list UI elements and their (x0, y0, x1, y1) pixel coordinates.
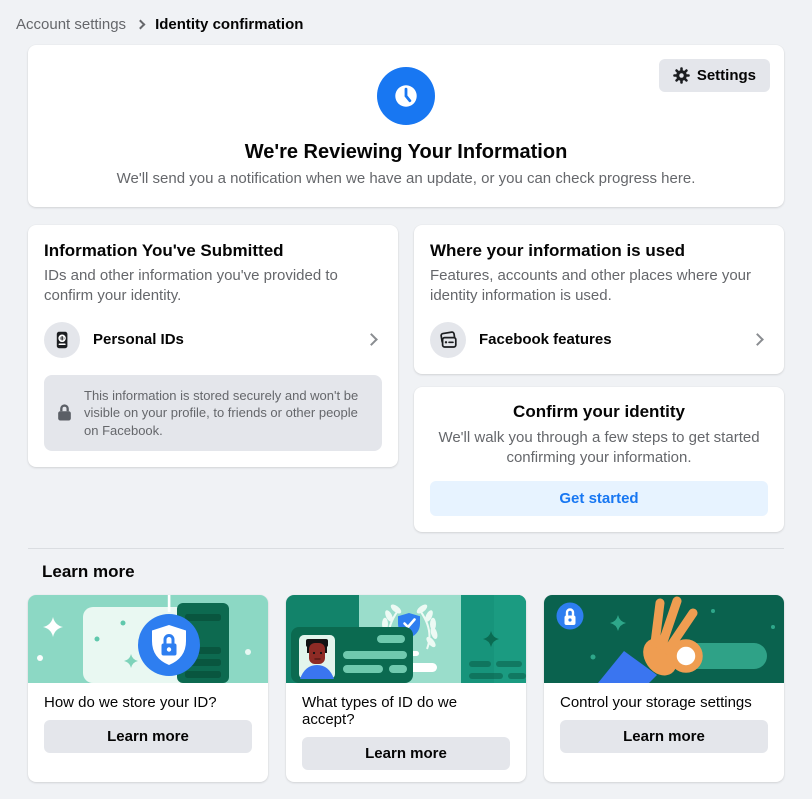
breadcrumb-account-settings[interactable]: Account settings (16, 16, 126, 33)
chevron-right-icon (365, 333, 378, 346)
stacked-cards-icon (430, 322, 466, 358)
learn-more-card-id-types: What types of ID do we accept? Learn mor… (286, 595, 526, 782)
usage-info-title: Where your information is used (430, 241, 768, 261)
learn-more-heading: Learn more (42, 562, 784, 582)
passport-id-icon (44, 322, 80, 358)
lock-icon (56, 403, 73, 422)
usage-info-card: Where your information is used Features,… (414, 225, 784, 374)
settings-button[interactable]: Settings (659, 59, 770, 92)
learn-more-card-title: What types of ID do we accept? (286, 683, 526, 737)
learn-more-card-title: Control your storage settings (544, 683, 784, 720)
secure-storage-note: This information is stored securely and … (44, 375, 382, 452)
learn-more-button-storage-settings[interactable]: Learn more (560, 720, 768, 753)
submitted-info-description: IDs and other information you've provide… (44, 266, 382, 307)
gear-icon (673, 67, 690, 84)
breadcrumb: Account settings Identity confirmation (0, 14, 812, 45)
secure-note-text: This information is stored securely and … (84, 387, 370, 440)
storage-settings-illustration (544, 595, 784, 683)
learn-more-button-id-types[interactable]: Learn more (302, 737, 510, 770)
submitted-info-card: Information You've Submitted IDs and oth… (28, 225, 398, 467)
learn-more-card-storage-settings: Control your storage settings Learn more (544, 595, 784, 782)
identity-confirmation-page: Account settings Identity confirmation (0, 0, 812, 799)
confirm-identity-title: Confirm your identity (430, 402, 768, 422)
confirm-identity-card: Confirm your identity We'll walk you thr… (414, 387, 784, 533)
page-title: We're Reviewing Your Information (44, 141, 768, 164)
learn-more-button-store-id[interactable]: Learn more (44, 720, 252, 753)
section-divider (28, 548, 784, 549)
breadcrumb-current: Identity confirmation (155, 16, 303, 33)
status-subtitle: We'll send you a notification when we ha… (44, 170, 768, 187)
review-status-card: Settings We're Reviewing Your Informatio… (28, 45, 784, 207)
id-types-illustration (286, 595, 526, 683)
store-id-illustration (28, 595, 268, 683)
learn-more-card-store-id: How do we store your ID? Learn more (28, 595, 268, 782)
personal-ids-label: Personal IDs (93, 331, 367, 348)
usage-info-description: Features, accounts and other places wher… (430, 266, 768, 307)
facebook-features-label: Facebook features (479, 331, 753, 348)
learn-more-card-title: How do we store your ID? (28, 683, 268, 720)
submitted-info-title: Information You've Submitted (44, 241, 382, 261)
get-started-button[interactable]: Get started (430, 481, 768, 516)
confirm-identity-description: We'll walk you through a few steps to ge… (430, 428, 768, 469)
chevron-right-icon (751, 333, 764, 346)
settings-button-label: Settings (697, 67, 756, 84)
facebook-features-row[interactable]: Facebook features (430, 322, 768, 358)
breadcrumb-chevron-icon (136, 20, 146, 30)
clock-icon (377, 67, 435, 125)
personal-ids-row[interactable]: Personal IDs (44, 322, 382, 358)
